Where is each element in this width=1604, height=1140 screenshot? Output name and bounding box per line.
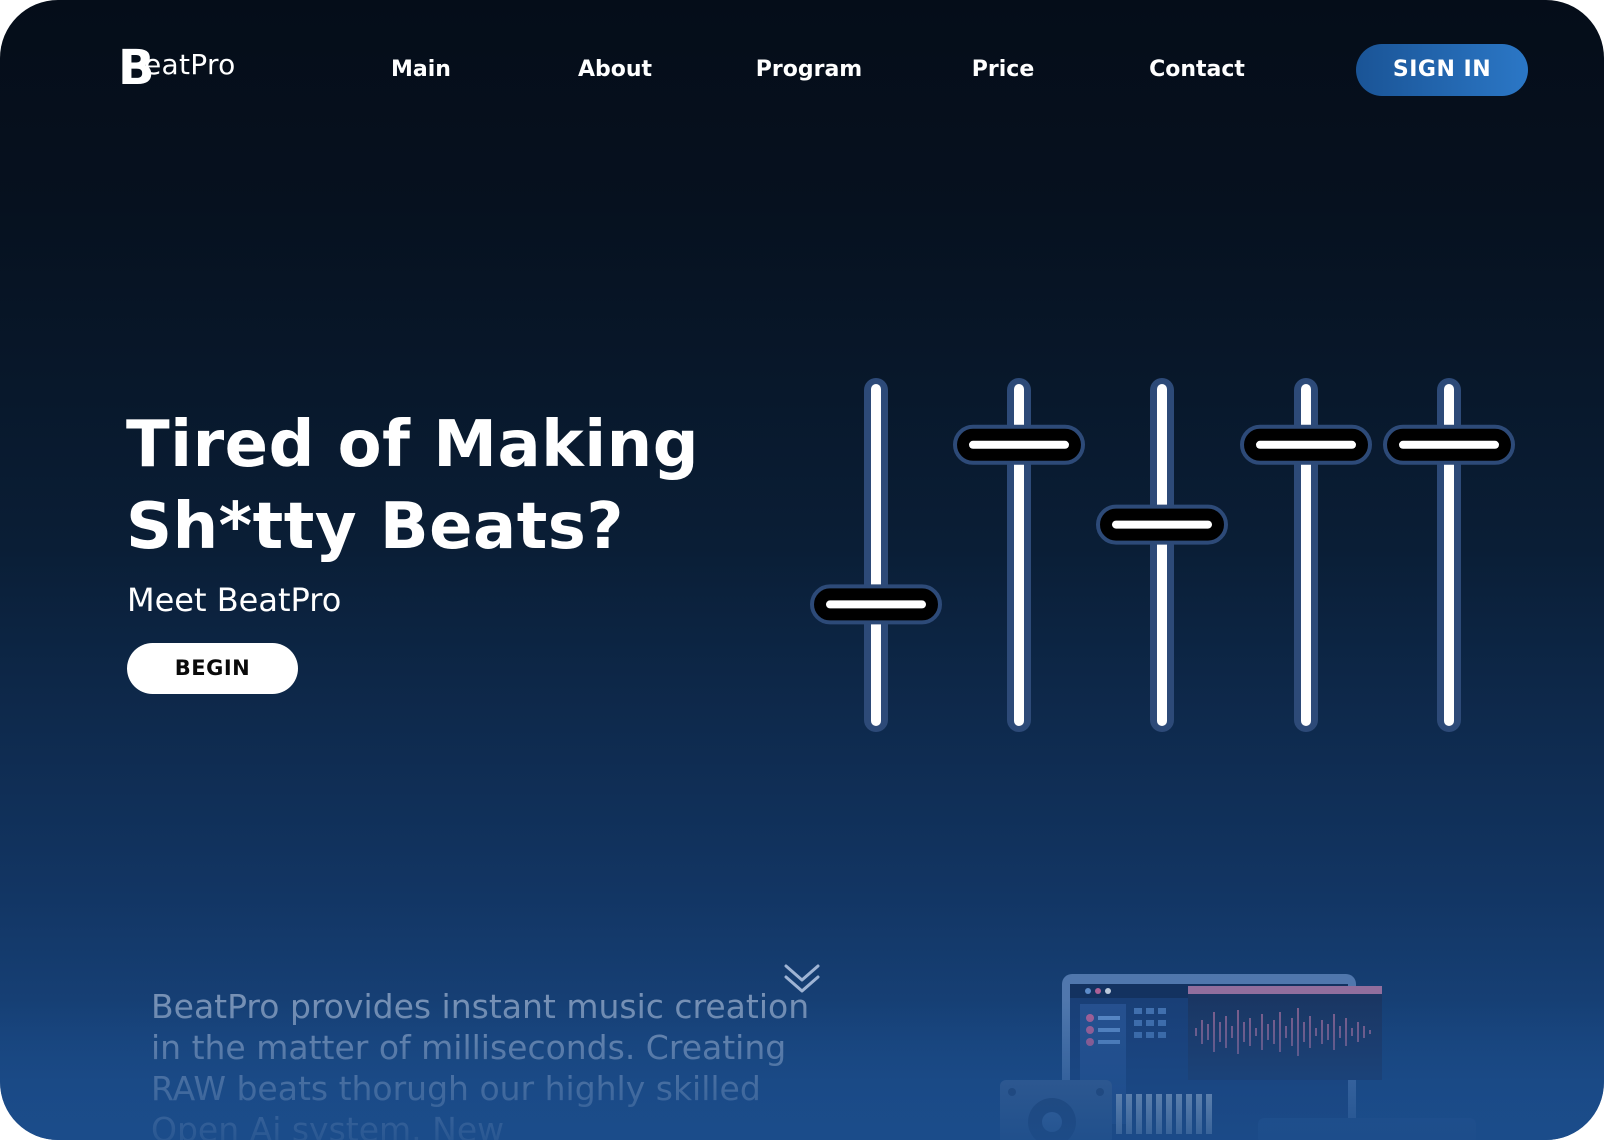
about-description: BeatPro provides instant music creation … bbox=[151, 987, 810, 1140]
fader-knob-grip bbox=[1256, 440, 1356, 449]
nav-contact[interactable]: Contact bbox=[1149, 54, 1245, 86]
begin-button[interactable]: BEGIN bbox=[127, 643, 298, 694]
mixer-fader-5[interactable] bbox=[1383, 378, 1515, 732]
fader-knob-grip bbox=[1399, 440, 1499, 449]
fader-knob-grip bbox=[1112, 520, 1212, 529]
fader-track-line bbox=[1157, 384, 1167, 726]
fader-track-line bbox=[871, 384, 881, 726]
nav-about[interactable]: About bbox=[578, 54, 652, 86]
sign-in-button[interactable]: SIGN IN bbox=[1356, 44, 1528, 96]
mixer-fader-1[interactable] bbox=[810, 378, 942, 732]
mixer-fader-3[interactable] bbox=[1096, 378, 1228, 732]
logo-wordmark: eatPro bbox=[144, 48, 236, 81]
fader-knob-grip bbox=[969, 440, 1069, 449]
fader-knob-grip bbox=[826, 600, 926, 609]
nav-main[interactable]: Main bbox=[391, 54, 451, 86]
hero-headline: Tired of Making Sh*tty Beats? bbox=[126, 404, 766, 568]
mixer-fader-2[interactable] bbox=[953, 378, 1085, 732]
laptop-daw-illustration bbox=[1000, 974, 1476, 1140]
nav-price[interactable]: Price bbox=[972, 54, 1034, 86]
hero-subheadline: Meet BeatPro bbox=[127, 581, 342, 619]
brand-logo[interactable]: B eatPro bbox=[118, 44, 258, 92]
mixer-fader-4[interactable] bbox=[1240, 378, 1372, 732]
hero-headline-line-1: Tired of Making bbox=[126, 408, 699, 482]
nav-program[interactable]: Program bbox=[756, 54, 862, 86]
landing-page: B eatPro Main About Program Price Contac… bbox=[0, 0, 1604, 1140]
hero-headline-line-2: Sh*tty Beats? bbox=[126, 490, 624, 564]
